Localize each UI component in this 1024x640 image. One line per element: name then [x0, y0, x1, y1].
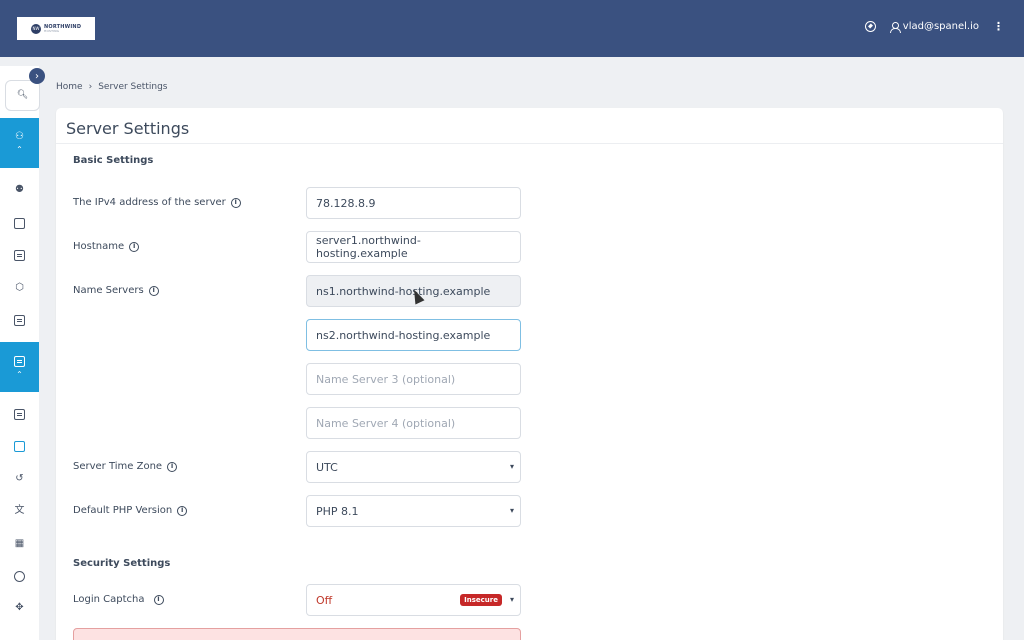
- calendar-icon: [14, 217, 25, 229]
- ipv4-label: The IPv4 address of the server i: [73, 197, 241, 208]
- user-email[interactable]: vlad@spanel.io: [903, 21, 979, 32]
- logo-text: NORTHWIND HOSTING: [44, 24, 81, 33]
- captcha-select[interactable]: Off Insecure ▾: [306, 584, 521, 616]
- page-title: Server Settings: [66, 119, 190, 138]
- captcha-label: Login Captcha i: [73, 594, 164, 605]
- user-accounts-icon: ⚉: [15, 184, 24, 195]
- settings-chip-icon: [14, 440, 25, 452]
- settings-card: Server Settings Basic Settings The IPv4 …: [56, 108, 1003, 640]
- server-card-icon: [14, 314, 25, 326]
- captcha-value: Off: [316, 593, 333, 607]
- captcha-label-text: Login Captcha: [73, 594, 145, 605]
- user-menu-area: vlad@spanel.io ⋮: [864, 20, 1004, 33]
- breadcrumb-current: Server Settings: [98, 82, 168, 92]
- sidebar-item-terminal[interactable]: [0, 247, 39, 263]
- name-servers-label: Name Servers i: [73, 285, 159, 296]
- php-version-select[interactable]: PHP 8.1 ▾: [306, 495, 521, 527]
- info-icon[interactable]: i: [230, 197, 241, 208]
- hostname-label-text: Hostname: [73, 241, 125, 252]
- qr-code-icon: ▦: [14, 538, 25, 549]
- php-version-label-text: Default PHP Version: [73, 505, 173, 516]
- users-group-icon: ⚇: [15, 131, 24, 142]
- security-alert: [73, 628, 521, 640]
- chevron-down-icon: ▾: [509, 462, 514, 471]
- security-settings-heading: Security Settings: [73, 558, 171, 569]
- timezone-value: UTC: [316, 460, 338, 474]
- logo-mark: NW: [31, 23, 41, 34]
- php-version-value: PHP 8.1: [316, 504, 359, 518]
- sidebar-item-server-card[interactable]: [0, 312, 39, 328]
- package-icon: ⬡: [15, 282, 24, 293]
- sidebar-item-documents[interactable]: [0, 406, 39, 422]
- info-icon[interactable]: i: [167, 461, 178, 472]
- info-icon[interactable]: i: [153, 594, 164, 605]
- compass-icon[interactable]: [864, 21, 876, 32]
- sidebar-item-server[interactable]: ⌃: [0, 342, 39, 392]
- name-server-2-input[interactable]: ns2.northwind-hosting.example: [306, 319, 521, 351]
- chevron-up-icon: ⌃: [16, 369, 23, 379]
- chevron-right-icon[interactable]: ›: [29, 68, 45, 84]
- sidebar-item-accounts[interactable]: ⚉: [0, 182, 39, 198]
- user-icon: [889, 21, 901, 33]
- sidebar-item-users-group[interactable]: ⚇ ⌃: [0, 118, 39, 168]
- name-server-4-input[interactable]: Name Server 4 (optional): [306, 407, 521, 439]
- translate-icon: 文: [14, 505, 25, 516]
- name-servers-label-text: Name Servers: [73, 285, 144, 296]
- timezone-label-text: Server Time Zone: [73, 461, 163, 472]
- hostname-label: Hostname i: [73, 241, 140, 252]
- ipv4-label-text: The IPv4 address of the server: [73, 197, 226, 208]
- top-bar: NW NORTHWIND HOSTING vlad@spanel.io ⋮: [0, 0, 1024, 57]
- sidebar-item-security[interactable]: [0, 568, 39, 584]
- terminal-icon: [14, 249, 25, 261]
- chevron-down-icon: ▾: [509, 595, 514, 604]
- search-icon: 🔍︎: [16, 90, 29, 100]
- document-icon: [14, 408, 25, 420]
- breadcrumb-home[interactable]: Home: [56, 82, 83, 92]
- sidebar-search-button[interactable]: 🔍︎: [5, 80, 40, 111]
- more-options-icon[interactable]: ⋮: [993, 20, 1004, 33]
- ipv4-input[interactable]: 78.128.8.9: [306, 187, 521, 219]
- server-icon: [14, 355, 25, 367]
- sidebar-item-languages[interactable]: 文: [0, 503, 39, 519]
- info-icon[interactable]: i: [148, 285, 159, 296]
- brand-logo[interactable]: NW NORTHWIND HOSTING: [17, 17, 95, 40]
- sidebar-item-move[interactable]: ✥: [0, 600, 39, 616]
- timezone-select[interactable]: UTC ▾: [306, 451, 521, 483]
- move-icon: ✥: [15, 602, 24, 613]
- sidebar-item-server-settings[interactable]: [0, 438, 39, 454]
- card-divider: [56, 143, 1003, 144]
- breadcrumb: Home › Server Settings: [56, 82, 167, 92]
- info-icon[interactable]: i: [177, 505, 188, 516]
- insecure-badge: Insecure: [460, 594, 502, 606]
- sidebar-item-qr[interactable]: ▦: [0, 536, 39, 552]
- basic-settings-heading: Basic Settings: [73, 155, 154, 166]
- timezone-label: Server Time Zone i: [73, 461, 178, 472]
- sidebar-item-history[interactable]: ↺: [0, 471, 39, 487]
- chevron-up-icon: ⌃: [16, 145, 23, 154]
- shield-icon: [14, 570, 25, 582]
- php-version-label: Default PHP Version i: [73, 505, 188, 516]
- chevron-right-icon: ›: [88, 82, 93, 92]
- sidebar-item-calendar[interactable]: [0, 215, 39, 231]
- chevron-down-icon: ▾: [509, 506, 514, 515]
- logo-subtitle: HOSTING: [44, 28, 60, 33]
- history-icon: ↺: [15, 473, 24, 484]
- name-server-3-input[interactable]: Name Server 3 (optional): [306, 363, 521, 395]
- info-icon[interactable]: i: [129, 241, 140, 252]
- hostname-input[interactable]: server1.northwind-hosting.example: [306, 231, 521, 263]
- sidebar-item-packages[interactable]: ⬡: [0, 280, 39, 296]
